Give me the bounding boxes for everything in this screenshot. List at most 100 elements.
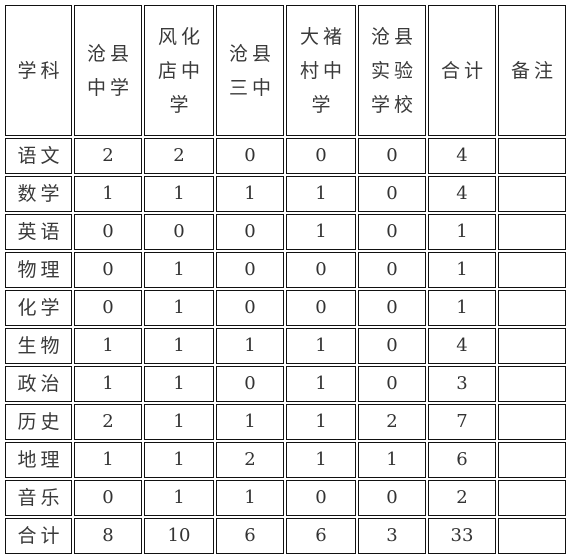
cell-remarks bbox=[498, 328, 566, 364]
cell-cangxian-no3-middle-school: 6 bbox=[216, 518, 284, 554]
cell-cangxian-no3-middle-school: 1 bbox=[216, 176, 284, 212]
subject-cell: 历史 bbox=[5, 404, 72, 440]
cell-total: 4 bbox=[428, 138, 496, 174]
cell-dachucun-middle-school: 0 bbox=[286, 290, 356, 326]
cell-cangxian-middle-school: 2 bbox=[74, 138, 142, 174]
cell-fenghuadian-middle-school: 2 bbox=[144, 138, 214, 174]
cell-fenghuadian-middle-school: 1 bbox=[144, 328, 214, 364]
cell-dachucun-middle-school: 1 bbox=[286, 214, 356, 250]
cell-dachucun-middle-school: 1 bbox=[286, 366, 356, 402]
cell-cangxian-no3-middle-school: 1 bbox=[216, 480, 284, 516]
cell-cangxian-experimental-school: 0 bbox=[358, 214, 426, 250]
cell-fenghuadian-middle-school: 0 bbox=[144, 214, 214, 250]
cell-remarks bbox=[498, 518, 566, 554]
header-line: 风化 bbox=[157, 25, 204, 48]
cell-fenghuadian-middle-school: 10 bbox=[144, 518, 214, 554]
cell-cangxian-no3-middle-school: 0 bbox=[216, 138, 284, 174]
header-line: 沧县 bbox=[86, 42, 133, 65]
table-row: 英语 0 0 0 1 0 1 bbox=[5, 214, 566, 250]
cell-cangxian-middle-school: 1 bbox=[74, 328, 142, 364]
header-total: 合计 bbox=[428, 5, 496, 136]
cell-remarks bbox=[498, 214, 566, 250]
cell-remarks bbox=[498, 138, 566, 174]
cell-cangxian-middle-school: 1 bbox=[74, 442, 142, 478]
cell-cangxian-no3-middle-school: 0 bbox=[216, 214, 284, 250]
header-line: 实验 bbox=[370, 59, 417, 82]
cell-total: 4 bbox=[428, 328, 496, 364]
subject-cell: 生物 bbox=[5, 328, 72, 364]
cell-dachucun-middle-school: 1 bbox=[286, 404, 356, 440]
cell-cangxian-experimental-school: 0 bbox=[358, 480, 426, 516]
cell-cangxian-middle-school: 0 bbox=[74, 480, 142, 516]
cell-cangxian-no3-middle-school: 0 bbox=[216, 252, 284, 288]
cell-remarks bbox=[498, 366, 566, 402]
cell-fenghuadian-middle-school: 1 bbox=[144, 252, 214, 288]
subject-cell: 政治 bbox=[5, 366, 72, 402]
cell-dachucun-middle-school: 1 bbox=[286, 328, 356, 364]
cell-cangxian-experimental-school: 0 bbox=[358, 176, 426, 212]
cell-cangxian-middle-school: 0 bbox=[74, 290, 142, 326]
subject-cell: 英语 bbox=[5, 214, 72, 250]
cell-dachucun-middle-school: 0 bbox=[286, 138, 356, 174]
cell-cangxian-no3-middle-school: 2 bbox=[216, 442, 284, 478]
cell-cangxian-experimental-school: 3 bbox=[358, 518, 426, 554]
cell-total: 4 bbox=[428, 176, 496, 212]
cell-remarks bbox=[498, 252, 566, 288]
header-cangxian-middle-school: 沧县 中学 bbox=[74, 5, 142, 136]
header-remarks: 备注 bbox=[498, 5, 566, 136]
header-line: 沧县 bbox=[228, 42, 275, 65]
header-fenghuadian-middle-school: 风化 店中 学 bbox=[144, 5, 214, 136]
cell-cangxian-middle-school: 2 bbox=[74, 404, 142, 440]
header-cangxian-experimental-school: 沧县 实验 学校 bbox=[358, 5, 426, 136]
cell-total: 33 bbox=[428, 518, 496, 554]
cell-remarks bbox=[498, 442, 566, 478]
cell-cangxian-no3-middle-school: 1 bbox=[216, 328, 284, 364]
cell-total: 1 bbox=[428, 252, 496, 288]
header-line: 合计 bbox=[440, 59, 487, 82]
teacher-allocation-table: 学科 沧县 中学 风化 店中 学 沧县 三中 大褚 村中 学 沧县 实验 学校 … bbox=[3, 3, 568, 556]
subject-cell: 物理 bbox=[5, 252, 72, 288]
cell-fenghuadian-middle-school: 1 bbox=[144, 442, 214, 478]
header-line: 店中 bbox=[157, 59, 204, 82]
cell-fenghuadian-middle-school: 1 bbox=[144, 176, 214, 212]
cell-cangxian-experimental-school: 0 bbox=[358, 290, 426, 326]
cell-remarks bbox=[498, 404, 566, 440]
cell-cangxian-experimental-school: 1 bbox=[358, 442, 426, 478]
cell-remarks bbox=[498, 290, 566, 326]
cell-cangxian-middle-school: 0 bbox=[74, 214, 142, 250]
cell-dachucun-middle-school: 1 bbox=[286, 176, 356, 212]
cell-total: 1 bbox=[428, 214, 496, 250]
cell-cangxian-middle-school: 0 bbox=[74, 252, 142, 288]
table-row: 音乐 0 1 1 0 0 2 bbox=[5, 480, 566, 516]
header-line: 大褚 bbox=[299, 25, 346, 48]
table-row: 物理 0 1 0 0 0 1 bbox=[5, 252, 566, 288]
cell-fenghuadian-middle-school: 1 bbox=[144, 404, 214, 440]
header-line: 学 bbox=[311, 93, 335, 116]
subject-cell: 合计 bbox=[5, 518, 72, 554]
header-dachucun-middle-school: 大褚 村中 学 bbox=[286, 5, 356, 136]
cell-total: 3 bbox=[428, 366, 496, 402]
header-line: 村中 bbox=[299, 59, 346, 82]
cell-cangxian-experimental-school: 0 bbox=[358, 138, 426, 174]
cell-cangxian-experimental-school: 0 bbox=[358, 252, 426, 288]
cell-dachucun-middle-school: 1 bbox=[286, 442, 356, 478]
subject-cell: 化学 bbox=[5, 290, 72, 326]
cell-cangxian-middle-school: 1 bbox=[74, 366, 142, 402]
cell-dachucun-middle-school: 0 bbox=[286, 480, 356, 516]
cell-cangxian-no3-middle-school: 0 bbox=[216, 366, 284, 402]
cell-cangxian-middle-school: 8 bbox=[74, 518, 142, 554]
table-row: 地理 1 1 2 1 1 6 bbox=[5, 442, 566, 478]
header-subject: 学科 bbox=[5, 5, 72, 136]
table-row: 语文 2 2 0 0 0 4 bbox=[5, 138, 566, 174]
subject-cell: 语文 bbox=[5, 138, 72, 174]
cell-cangxian-experimental-school: 0 bbox=[358, 328, 426, 364]
cell-remarks bbox=[498, 480, 566, 516]
cell-remarks bbox=[498, 176, 566, 212]
cell-dachucun-middle-school: 6 bbox=[286, 518, 356, 554]
cell-cangxian-no3-middle-school: 0 bbox=[216, 290, 284, 326]
subject-cell: 地理 bbox=[5, 442, 72, 478]
header-line: 三中 bbox=[228, 76, 275, 99]
cell-dachucun-middle-school: 0 bbox=[286, 252, 356, 288]
header-row: 学科 沧县 中学 风化 店中 学 沧县 三中 大褚 村中 学 沧县 实验 学校 … bbox=[5, 5, 566, 136]
cell-fenghuadian-middle-school: 1 bbox=[144, 480, 214, 516]
